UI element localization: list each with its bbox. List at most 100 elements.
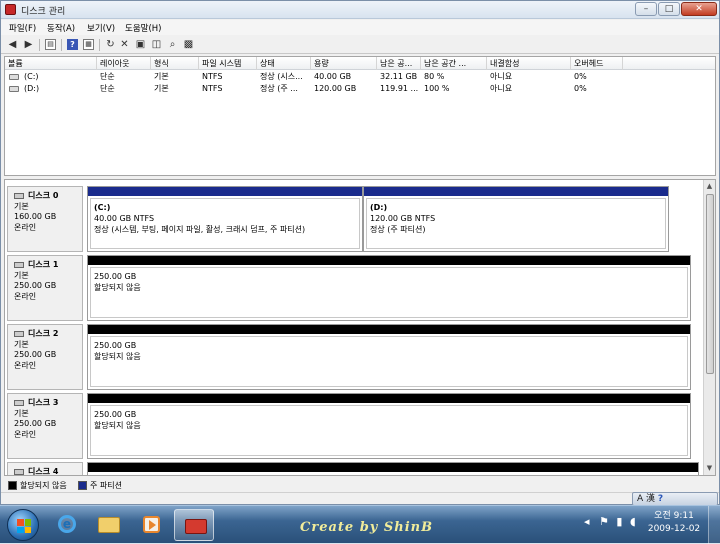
disk-row-4[interactable]: 디스크 4 기본 bbox=[7, 462, 703, 475]
legend: 할당되지 않음 주 파티션 bbox=[4, 479, 716, 492]
column-header-overhead[interactable]: 오버헤드 bbox=[571, 57, 623, 70]
forward-arrow-icon[interactable]: ▶ bbox=[23, 39, 34, 50]
column-header-layout[interactable]: 레이아웃 bbox=[97, 57, 151, 70]
volume-fault-tolerance: 아니요 bbox=[490, 84, 513, 93]
drive-icon bbox=[9, 86, 19, 92]
disk-label[interactable]: 디스크 0 기본 160.00 GB 온라인 bbox=[7, 186, 83, 252]
language-bar[interactable]: A 漢 ? bbox=[632, 492, 718, 506]
volume-row[interactable]: (C:) 단순 기본 NTFS 정상 (시스... 40.00 GB 32.11… bbox=[5, 71, 715, 83]
disk-type: 기본 bbox=[14, 408, 29, 418]
scroll-down-arrow-icon[interactable]: ▼ bbox=[704, 463, 715, 474]
partition-size: 250.00 GB bbox=[94, 272, 137, 281]
unallocated-space[interactable]: 250.00 GB 할당되지 않음 bbox=[87, 393, 691, 459]
clock[interactable]: 오전 9:11 2009-12-02 bbox=[646, 510, 702, 536]
explore-icon[interactable]: ⌕ bbox=[167, 39, 178, 50]
partition-d[interactable]: (D:) 120.00 GB NTFS 정상 (주 파티션) bbox=[363, 186, 669, 252]
console-tree-icon[interactable]: ▤ bbox=[45, 39, 56, 50]
partition-c[interactable]: (C:) 40.00 GB NTFS 정상 (시스템, 부팅, 페이지 파일, … bbox=[87, 186, 363, 252]
menu-view[interactable]: 보기(V) bbox=[87, 22, 115, 34]
delete-icon[interactable]: ✕ bbox=[119, 39, 130, 50]
network-icon[interactable]: ▮ bbox=[616, 515, 622, 528]
column-header-capacity[interactable]: 용량 bbox=[311, 57, 377, 70]
help-icon[interactable]: ? bbox=[658, 494, 663, 504]
column-header-free-space[interactable]: 남은 공... bbox=[377, 57, 421, 70]
refresh-icon[interactable]: ↻ bbox=[105, 39, 116, 50]
system-tray: ◂ ⚑ ▮ ◖ bbox=[584, 515, 636, 528]
volume-type: 기본 bbox=[154, 84, 169, 93]
minimize-button[interactable]: – bbox=[635, 2, 657, 16]
column-header-status[interactable]: 상태 bbox=[257, 57, 311, 70]
column-header-percent-free[interactable]: 남은 공간 ... bbox=[421, 57, 487, 70]
volume-icon[interactable]: ◖ bbox=[630, 515, 636, 528]
window-title: 디스크 관리 bbox=[21, 7, 66, 17]
taskbar-disk-management[interactable] bbox=[174, 509, 214, 541]
action-center-flag-icon[interactable]: ⚑ bbox=[599, 515, 609, 528]
volume-layout: 단순 bbox=[100, 84, 115, 93]
taskbar-windows-explorer[interactable] bbox=[88, 509, 128, 541]
scrollbar-thumb[interactable] bbox=[706, 194, 714, 374]
column-header-volume[interactable]: 볼륨 bbox=[5, 57, 97, 70]
drive-icon bbox=[9, 74, 19, 80]
volume-row[interactable]: (D:) 단순 기본 NTFS 정상 (주 ... 120.00 GB 119.… bbox=[5, 83, 715, 95]
partition-status: 할당되지 않음 bbox=[94, 352, 141, 361]
start-button[interactable] bbox=[7, 509, 39, 541]
open-icon[interactable]: ◫ bbox=[151, 39, 162, 50]
show-desktop-button[interactable] bbox=[708, 506, 720, 544]
column-header-type[interactable]: 형식 bbox=[151, 57, 199, 70]
status-bar bbox=[1, 492, 719, 504]
taskbar-internet-explorer[interactable]: e bbox=[46, 509, 86, 541]
unallocated-space[interactable] bbox=[87, 462, 699, 475]
volume-overhead: 0% bbox=[574, 84, 587, 93]
disk-label[interactable]: 디스크 3 기본 250.00 GB 온라인 bbox=[7, 393, 83, 459]
disk-icon bbox=[14, 400, 24, 406]
disk-view-scrollbar[interactable]: ▲ ▼ bbox=[703, 180, 715, 475]
disk-label[interactable]: 디스크 2 기본 250.00 GB 온라인 bbox=[7, 324, 83, 390]
scroll-up-arrow-icon[interactable]: ▲ bbox=[704, 181, 715, 192]
unallocated-bar bbox=[88, 463, 698, 472]
column-header-fault-tolerance[interactable]: 내결함성 bbox=[487, 57, 571, 70]
taskbar-media-player[interactable] bbox=[130, 509, 170, 541]
volume-name: (D:) bbox=[24, 84, 40, 93]
unallocated-space[interactable]: 250.00 GB 할당되지 않음 bbox=[87, 324, 691, 390]
disk-row-3[interactable]: 디스크 3 기본 250.00 GB 온라인 250.00 GB 할당되지 않음 bbox=[7, 393, 703, 459]
close-button[interactable]: ✕ bbox=[681, 2, 717, 16]
show-hidden-icons-icon[interactable]: ◂ bbox=[584, 515, 590, 528]
disk-row-0[interactable]: 디스크 0 기본 160.00 GB 온라인 (C:) 40.00 GB NTF… bbox=[7, 186, 703, 252]
volume-fault-tolerance: 아니요 bbox=[490, 72, 513, 81]
volume-list-header: 볼륨 레이아웃 형식 파일 시스템 상태 용량 남은 공... 남은 공간 ..… bbox=[5, 57, 715, 70]
properties-icon[interactable]: ▣ bbox=[135, 39, 146, 50]
disk-name-text: 디스크 1 bbox=[28, 260, 59, 269]
legend-unallocated-label: 할당되지 않음 bbox=[20, 481, 67, 490]
partition-details: (C:) 40.00 GB NTFS 정상 (시스템, 부팅, 페이지 파일, … bbox=[90, 198, 360, 249]
disk-icon bbox=[14, 262, 24, 268]
unallocated-bar bbox=[88, 256, 690, 265]
partition-details: 250.00 GB 할당되지 않음 bbox=[90, 405, 688, 456]
disk-row-1[interactable]: 디스크 1 기본 250.00 GB 온라인 250.00 GB 할당되지 않음 bbox=[7, 255, 703, 321]
partition-size: 250.00 GB bbox=[94, 341, 137, 350]
menu-file[interactable]: 파일(F) bbox=[9, 22, 36, 34]
disk-icon bbox=[14, 469, 24, 475]
toolbar: ◀ ▶ ▤ ? ▦ ↻ ✕ ▣ ◫ ⌕ ▩ bbox=[1, 36, 719, 54]
maximize-button[interactable]: □ bbox=[658, 2, 680, 16]
action-pane-icon[interactable]: ▦ bbox=[83, 39, 94, 50]
partition-size: 250.00 GB bbox=[94, 410, 137, 419]
volume-list[interactable]: 볼륨 레이아웃 형식 파일 시스템 상태 용량 남은 공... 남은 공간 ..… bbox=[4, 56, 716, 176]
window-controls: – □ ✕ bbox=[634, 2, 717, 16]
disk-graphical-view[interactable]: 디스크 0 기본 160.00 GB 온라인 (C:) 40.00 GB NTF… bbox=[4, 179, 716, 476]
disk-label[interactable]: 디스크 4 기본 bbox=[7, 462, 83, 475]
settings-icon[interactable]: ▩ bbox=[183, 39, 194, 50]
folder-icon bbox=[98, 517, 120, 533]
title-bar[interactable]: 디스크 관리 – □ ✕ bbox=[1, 1, 719, 19]
disk-label[interactable]: 디스크 1 기본 250.00 GB 온라인 bbox=[7, 255, 83, 321]
back-arrow-icon[interactable]: ◀ bbox=[7, 39, 18, 50]
disk-row-2[interactable]: 디스크 2 기본 250.00 GB 온라인 250.00 GB 할당되지 않음 bbox=[7, 324, 703, 390]
disk-name: 디스크 4 bbox=[14, 467, 82, 475]
disk-status: 온라인 bbox=[14, 360, 37, 370]
menu-action[interactable]: 동작(A) bbox=[47, 22, 75, 34]
volume-status: 정상 (주 ... bbox=[260, 84, 298, 93]
column-header-filesystem[interactable]: 파일 시스템 bbox=[199, 57, 257, 70]
unallocated-space[interactable]: 250.00 GB 할당되지 않음 bbox=[87, 255, 691, 321]
menu-help[interactable]: 도움말(H) bbox=[125, 22, 161, 34]
windows-logo-icon bbox=[17, 519, 31, 533]
help-icon[interactable]: ? bbox=[67, 39, 78, 50]
